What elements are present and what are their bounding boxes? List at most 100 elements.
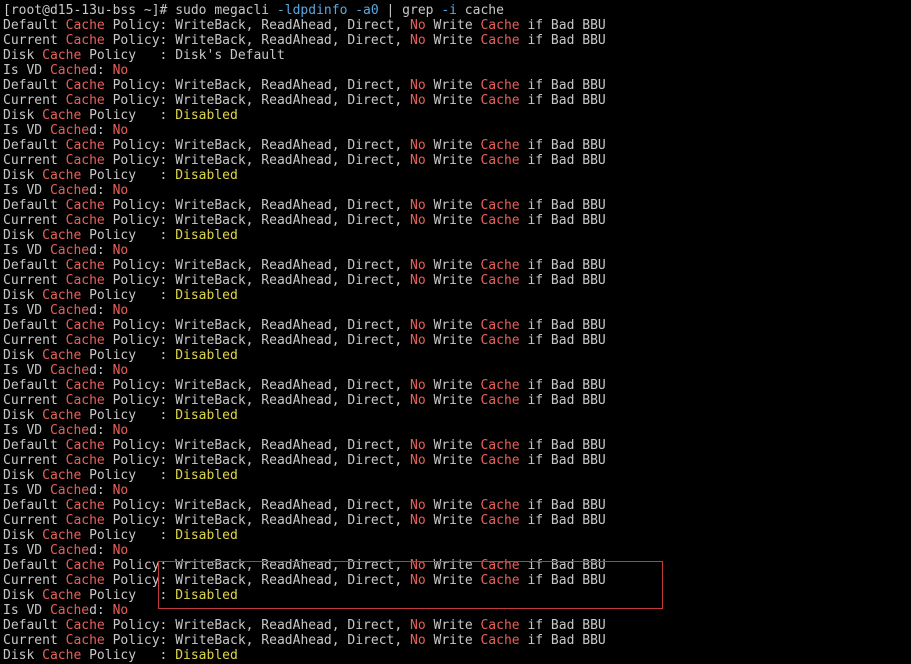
current-cache-policy-line: Current Cache Policy: WriteBack, ReadAhe… xyxy=(3,213,911,228)
grep-match: Cache xyxy=(65,378,105,393)
grep-match: Cache xyxy=(65,78,105,93)
grep-match: Cache xyxy=(480,573,520,588)
grep-match: Cache xyxy=(480,153,520,168)
line-label: Policy : xyxy=(81,108,176,123)
line-label: Current xyxy=(3,333,66,348)
policy-value: Write xyxy=(425,198,481,213)
command-line: [root@d15-13u-bss ~]# sudo megacli -ldpd… xyxy=(3,3,911,18)
disk-cache-policy-line: Disk Cache Policy : Disabled xyxy=(3,228,911,243)
disk-cache-policy-line: Disk Cache Policy : Disabled xyxy=(3,288,911,303)
line-label: Policy: xyxy=(104,198,176,213)
policy-value: WriteBack, ReadAhead, Direct, xyxy=(175,453,411,468)
grep-match: Cache xyxy=(480,93,520,108)
disk-cache-policy-line: Disk Cache Policy : Disabled xyxy=(3,468,911,483)
policy-value: if Bad BBU xyxy=(519,93,606,108)
current-cache-policy-line: Current Cache Policy: WriteBack, ReadAhe… xyxy=(3,453,911,468)
policy-value: Write xyxy=(425,618,481,633)
grep-match: Cache xyxy=(480,273,520,288)
grep-match: Cache xyxy=(42,468,82,483)
vd-cached-value: No xyxy=(112,243,129,258)
line-label: Policy : xyxy=(81,228,176,243)
disk-cache-policy-line: Disk Cache Policy : Disabled xyxy=(3,528,911,543)
shell-prompt: [root@d15-13u-bss ~]# xyxy=(3,3,168,18)
disk-cache-policy-line: Disk Cache Policy : Disabled xyxy=(3,648,911,663)
grep-match: Cache xyxy=(480,438,520,453)
line-label: Policy: xyxy=(104,273,176,288)
line-label: Policy : xyxy=(81,408,176,423)
policy-value: if Bad BBU xyxy=(519,138,606,153)
grep-match: Cache xyxy=(42,228,82,243)
is-vd-cached-line: Is VD Cached: No xyxy=(3,123,911,138)
grep-match: Cache xyxy=(65,513,105,528)
disk-policy-value: Disabled xyxy=(175,408,238,423)
line-label: Policy : xyxy=(81,648,176,663)
grep-match: Cache xyxy=(480,213,520,228)
grep-match: Cache xyxy=(480,393,520,408)
grep-match: Cache xyxy=(480,513,520,528)
disk-policy-value: Disabled xyxy=(175,288,238,303)
disk-policy-value: Disabled xyxy=(175,528,238,543)
line-label: Policy: xyxy=(104,513,176,528)
policy-value: WriteBack, ReadAhead, Direct, xyxy=(175,378,411,393)
policy-value: Write xyxy=(425,153,481,168)
line-label: Is VD xyxy=(3,123,50,138)
grep-match: Cache xyxy=(49,543,90,558)
grep-match: Cache xyxy=(42,588,82,603)
current-cache-policy-line: Current Cache Policy: WriteBack, ReadAhe… xyxy=(3,333,911,348)
line-label: Policy: xyxy=(104,33,176,48)
grep-match: Cache xyxy=(65,438,105,453)
grep-match: Cache xyxy=(65,198,105,213)
grep-match: Cache xyxy=(42,48,82,63)
is-vd-cached-line: Is VD Cached: No xyxy=(3,183,911,198)
disk-policy-value: Disabled xyxy=(175,348,238,363)
line-label: Default xyxy=(3,318,66,333)
line-label: Policy : xyxy=(81,288,176,303)
policy-value: No xyxy=(410,618,426,633)
disk-cache-policy-line: Disk Cache Policy : Disabled xyxy=(3,348,911,363)
policy-value: No xyxy=(410,498,426,513)
grep-match: Cache xyxy=(65,138,105,153)
grep-match: Cache xyxy=(480,78,520,93)
policy-value: Write xyxy=(425,513,481,528)
policy-value: WriteBack, ReadAhead, Direct, xyxy=(175,438,411,453)
is-vd-cached-line: Is VD Cached: No xyxy=(3,243,911,258)
policy-value: No xyxy=(410,78,426,93)
policy-value: No xyxy=(410,213,426,228)
grep-match: Cache xyxy=(49,603,90,618)
command-text: | grep xyxy=(378,3,442,18)
grep-match: Cache xyxy=(65,318,105,333)
line-label: Policy : xyxy=(81,468,176,483)
grep-match: Cache xyxy=(49,63,90,78)
disk-policy-value: Disabled xyxy=(175,588,238,603)
line-label: Policy : xyxy=(81,348,176,363)
policy-value: No xyxy=(410,378,426,393)
is-vd-cached-line: Is VD Cached: No xyxy=(3,363,911,378)
grep-match: Cache xyxy=(480,318,520,333)
policy-value: Write xyxy=(425,138,481,153)
line-label: Policy: xyxy=(104,633,176,648)
policy-value: WriteBack, ReadAhead, Direct, xyxy=(175,138,411,153)
is-vd-cached-line: Is VD Cached: No xyxy=(3,63,911,78)
policy-value: if Bad BBU xyxy=(519,258,606,273)
line-label: Policy: xyxy=(104,78,176,93)
policy-value: WriteBack, ReadAhead, Direct, xyxy=(175,93,411,108)
grep-match: Cache xyxy=(65,93,105,108)
vd-cached-value: No xyxy=(112,183,129,198)
policy-value: WriteBack, ReadAhead, Direct, xyxy=(175,498,411,513)
line-label: Policy: xyxy=(104,93,176,108)
line-label: Default xyxy=(3,198,66,213)
line-label: d: xyxy=(89,543,113,558)
current-cache-policy-line: Current Cache Policy: WriteBack, ReadAhe… xyxy=(3,393,911,408)
grep-match: Cache xyxy=(65,333,105,348)
line-label: Current xyxy=(3,573,66,588)
policy-value: Write xyxy=(425,573,481,588)
grep-match: Cache xyxy=(65,618,105,633)
policy-value: WriteBack, ReadAhead, Direct, xyxy=(175,393,411,408)
terminal-output: [root@d15-13u-bss ~]# sudo megacli -ldpd… xyxy=(3,3,911,663)
grep-match: Cache xyxy=(49,123,90,138)
default-cache-policy-line: Default Cache Policy: WriteBack, ReadAhe… xyxy=(3,258,911,273)
line-label: Default xyxy=(3,378,66,393)
terminal-window[interactable]: [root@d15-13u-bss ~]# sudo megacli -ldpd… xyxy=(0,0,911,664)
policy-value: if Bad BBU xyxy=(519,78,606,93)
vd-cached-value: No xyxy=(112,63,129,78)
